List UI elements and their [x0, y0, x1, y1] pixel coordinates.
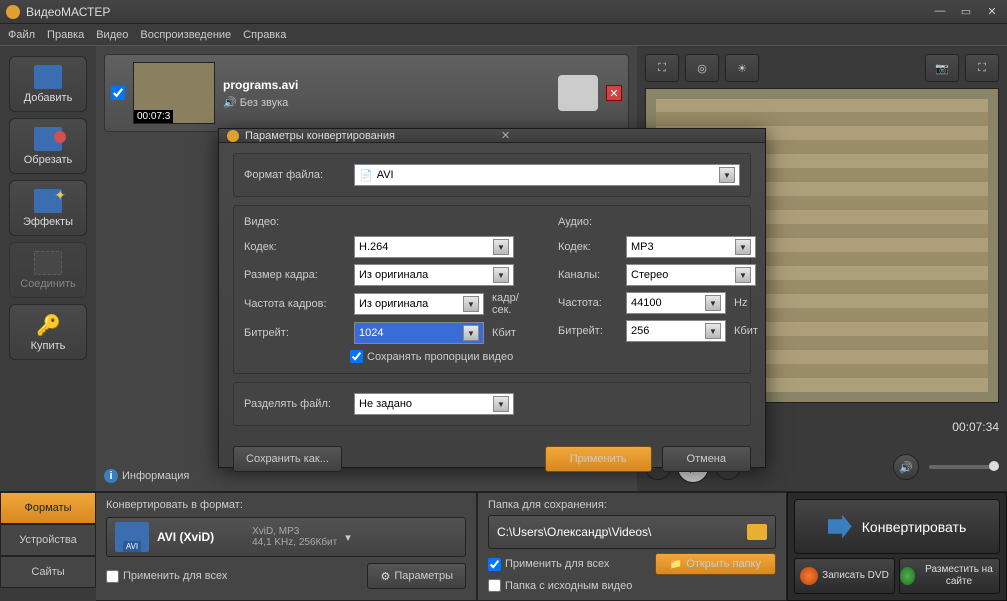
app-title: ВидеоМАСТЕР [26, 5, 931, 19]
camera-icon [558, 75, 598, 111]
save-as-button[interactable]: Сохранить как... [233, 446, 342, 472]
sidebar-join-button: Соединить [9, 242, 87, 298]
volume-slider[interactable] [929, 465, 999, 469]
sidebar-join-label: Соединить [20, 278, 76, 290]
dialog-titlebar[interactable]: Параметры конвертирования ✕ [219, 129, 765, 143]
chevron-down-icon: ▾ [345, 531, 363, 544]
menu-video[interactable]: Видео [96, 29, 128, 41]
preview-time: 00:07:34 [952, 420, 999, 434]
menubar: Файл Правка Видео Воспроизведение Справк… [0, 24, 1007, 46]
fullscreen-button[interactable]: ⛶ [965, 54, 999, 82]
sidebar-cut-label: Обрезать [24, 154, 73, 166]
dvd-icon [800, 567, 818, 585]
titlebar: ВидеоМАСТЕР — ▭ ✕ [0, 0, 1007, 24]
fps-select[interactable]: Из оригинала▼ [354, 293, 484, 315]
same-folder-checkbox[interactable]: Папка с исходным видео [488, 579, 776, 592]
menu-file[interactable]: Файл [8, 29, 35, 41]
params-button[interactable]: ⚙ Параметры [367, 563, 466, 589]
film-add-icon [34, 65, 62, 89]
sidebar-buy-button[interactable]: Купить [9, 304, 87, 360]
film-join-icon [34, 251, 62, 275]
format-selector[interactable]: AVI AVI (XviD) XviD, MP3 44,1 KHz, 256Кб… [106, 517, 466, 557]
convert-format-panel: Конвертировать в формат: AVI AVI (XviD) … [96, 492, 477, 601]
arrow-icon [828, 515, 852, 539]
convert-button[interactable]: Конвертировать [794, 499, 1000, 554]
file-timecode: 00:07:3 [134, 110, 173, 123]
info-icon: i [104, 469, 118, 483]
open-folder-button[interactable]: 📁 Открыть папку [655, 553, 776, 575]
brightness-tool-button[interactable]: ☀ [725, 54, 759, 82]
file-name: programs.avi [223, 78, 550, 92]
key-icon [34, 313, 62, 337]
crop-tool-button[interactable]: ⛶ [645, 54, 679, 82]
cancel-button[interactable]: Отмена [662, 446, 751, 472]
channels-select[interactable]: Стерео▼ [626, 264, 756, 286]
tab-sites[interactable]: Сайты [0, 556, 96, 588]
menu-help[interactable]: Справка [243, 29, 286, 41]
menu-playback[interactable]: Воспроизведение [140, 29, 231, 41]
burn-dvd-button[interactable]: Записать DVD [794, 558, 895, 594]
sidebar-effects-label: Эффекты [23, 216, 73, 228]
video-codec-select[interactable]: H.264▼ [354, 236, 514, 258]
video-section-header: Видео: [244, 216, 538, 228]
convert-title: Конвертировать в формат: [106, 499, 466, 511]
globe-icon [900, 567, 915, 585]
save-title: Папка для сохранения: [488, 499, 776, 511]
apply-button[interactable]: Применить [545, 446, 652, 472]
tab-formats[interactable]: Форматы [0, 492, 96, 524]
dialog-title: Параметры конвертирования [245, 130, 501, 142]
file-row[interactable]: 00:07:3 programs.avi 🔊 Без звука ✕ [104, 54, 629, 132]
menu-edit[interactable]: Правка [47, 29, 84, 41]
audio-bitrate-select[interactable]: 256▼ [626, 320, 726, 342]
format-icon: AVI [115, 522, 149, 552]
info-button[interactable]: iИнформация [104, 469, 189, 483]
snapshot-button[interactable]: 📷 [925, 54, 959, 82]
conversion-params-dialog: Параметры конвертирования ✕ Формат файла… [218, 128, 766, 468]
sidebar-add-label: Добавить [24, 92, 73, 104]
film-cut-icon [34, 127, 62, 151]
file-remove-button[interactable]: ✕ [606, 85, 622, 101]
sidebar-cut-button[interactable]: Обрезать [9, 118, 87, 174]
audio-codec-select[interactable]: MP3▼ [626, 236, 756, 258]
file-thumbnail: 00:07:3 [133, 62, 215, 124]
file-checkbox[interactable] [111, 86, 125, 100]
close-button[interactable]: ✕ [983, 5, 1001, 18]
tab-devices[interactable]: Устройства [0, 524, 96, 556]
app-logo-icon [6, 5, 20, 19]
sidebar: Добавить Обрезать Эффекты Соединить Купи… [0, 46, 96, 491]
upload-web-button[interactable]: Разместить на сайте [899, 558, 1000, 594]
dialog-logo-icon [227, 130, 239, 142]
minimize-button[interactable]: — [931, 5, 949, 18]
split-file-select[interactable]: Не задано▼ [354, 393, 514, 415]
maximize-button[interactable]: ▭ [957, 5, 975, 18]
save-path-box[interactable]: C:\Users\Олександр\Videos\ [488, 515, 776, 549]
action-panel: Конвертировать Записать DVD Разместить н… [787, 492, 1007, 601]
apply-all-checkbox[interactable]: Применить для всех [106, 570, 227, 583]
audio-section-header: Аудио: [558, 216, 780, 228]
sidebar-buy-label: Купить [31, 340, 66, 352]
save-apply-all-checkbox[interactable]: Применить для всех [488, 558, 609, 571]
file-format-select[interactable]: 📄 AVI▼ [354, 164, 740, 186]
volume-button[interactable]: 🔊 [893, 454, 919, 480]
save-path: C:\Users\Олександр\Videos\ [497, 525, 739, 539]
keep-aspect-checkbox[interactable]: Сохранять пропорции видео [350, 350, 538, 363]
sidebar-add-button[interactable]: Добавить [9, 56, 87, 112]
save-panel: Папка для сохранения: C:\Users\Олександр… [477, 492, 787, 601]
dialog-close-button[interactable]: ✕ [501, 129, 757, 142]
file-format-label: Формат файла: [244, 169, 346, 181]
sidebar-effects-button[interactable]: Эффекты [9, 180, 87, 236]
format-tabs: Форматы Устройства Сайты [0, 492, 96, 601]
freq-select[interactable]: 44100▼ [626, 292, 726, 314]
format-name: AVI (XviD) [157, 530, 214, 544]
file-audio-status: 🔊 Без звука [223, 96, 550, 109]
folder-icon[interactable] [747, 524, 767, 540]
video-bitrate-select[interactable]: 1024▼ [354, 322, 484, 344]
settings-tool-button[interactable]: ◎ [685, 54, 719, 82]
frame-size-select[interactable]: Из оригинала▼ [354, 264, 514, 286]
film-fx-icon [34, 189, 62, 213]
